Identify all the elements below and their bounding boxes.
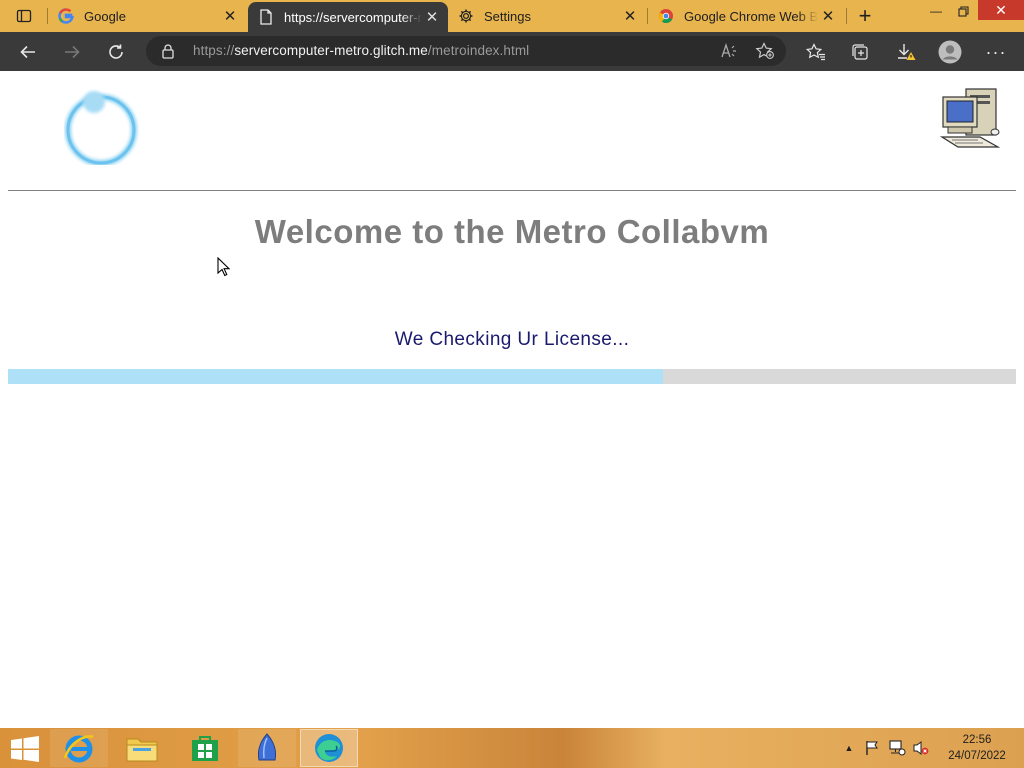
tab-label: https://servercomputer-metro.glitch.me/m… xyxy=(284,9,422,25)
flag-icon xyxy=(866,741,878,755)
minimize-icon: — xyxy=(930,4,942,18)
collections-icon xyxy=(852,44,868,60)
taskbar-file-explorer[interactable] xyxy=(113,729,171,767)
loading-ring-icon xyxy=(65,91,137,165)
taskbar-internet-explorer[interactable] xyxy=(50,729,108,767)
clock-date: 24/07/2022 xyxy=(948,750,1006,762)
google-icon xyxy=(58,8,74,24)
close-tab-icon[interactable]: ✕ xyxy=(422,7,442,27)
folder-icon xyxy=(126,738,158,762)
tab-label: Settings xyxy=(484,8,531,24)
read-aloud-button[interactable] xyxy=(718,41,740,61)
tab-google[interactable]: Google ✕ xyxy=(48,0,246,32)
refresh-icon xyxy=(109,44,123,59)
avatar-icon xyxy=(938,40,962,64)
close-tab-icon[interactable]: ✕ xyxy=(220,6,240,26)
action-center-button[interactable] xyxy=(862,738,882,758)
browser-title-bar: Google ✕ https://servercomputer-metro.gl… xyxy=(0,0,1024,32)
url-scheme: https:// xyxy=(193,43,235,58)
windows-taskbar: ▲ 22:56 24/07/2022 xyxy=(0,728,1024,768)
tab-metro-collabvm[interactable]: https://servercomputer-metro.glitch.me/m… xyxy=(248,2,448,32)
back-button[interactable] xyxy=(12,36,44,68)
computer-icon xyxy=(940,88,1001,148)
taskbar-blue-app[interactable] xyxy=(238,729,296,767)
chrome-icon xyxy=(658,8,674,24)
tab-label: Google xyxy=(84,8,126,24)
tab-chrome-web-browser[interactable]: Google Chrome Web Browser ✕ xyxy=(648,0,844,32)
progress-fill xyxy=(8,369,664,384)
taskbar-store[interactable] xyxy=(176,729,234,767)
address-bar[interactable]: https://servercomputer-metro.glitch.me/m… xyxy=(146,36,786,66)
settings-menu-button[interactable]: ··· xyxy=(980,36,1012,68)
network-icon xyxy=(889,740,906,756)
chevron-up-icon: ▲ xyxy=(844,743,854,753)
url-text[interactable]: https://servercomputer-metro.glitch.me/m… xyxy=(193,43,529,58)
close-tab-icon[interactable]: ✕ xyxy=(620,6,640,26)
restore-button[interactable] xyxy=(950,0,976,22)
taskbar-edge[interactable] xyxy=(300,729,358,767)
downloads-button[interactable] xyxy=(890,36,922,68)
download-icon xyxy=(898,44,916,60)
volume-button[interactable] xyxy=(910,738,932,758)
tab-separator xyxy=(846,8,847,24)
license-progress-bar xyxy=(8,369,1016,384)
clock-time: 22:56 xyxy=(962,734,992,746)
plus-icon: + xyxy=(858,3,872,28)
close-tab-icon[interactable]: ✕ xyxy=(818,6,838,26)
favorites-icon xyxy=(806,43,825,61)
arrow-left-icon xyxy=(20,45,35,59)
profile-button[interactable] xyxy=(934,36,966,68)
forward-button[interactable] xyxy=(56,36,88,68)
minimize-button[interactable]: — xyxy=(922,0,950,22)
page-icon xyxy=(258,9,274,25)
start-button[interactable] xyxy=(10,736,40,762)
add-favorite-button[interactable] xyxy=(754,41,776,61)
refresh-button[interactable] xyxy=(100,36,132,68)
system-clock[interactable]: 22:56 24/07/2022 xyxy=(938,732,1016,764)
network-button[interactable] xyxy=(886,738,908,758)
page-content: Welcome to the Metro Collabvm We Checkin… xyxy=(0,71,1024,728)
tab-actions-button[interactable] xyxy=(8,4,40,28)
mouse-cursor-icon xyxy=(217,257,231,277)
url-host: servercomputer-metro.glitch.me xyxy=(234,43,428,58)
lock-icon[interactable] xyxy=(160,43,176,59)
store-icon xyxy=(192,736,218,761)
license-status-text: We Checking Ur License... xyxy=(394,329,630,350)
show-hidden-icons-button[interactable]: ▲ xyxy=(842,738,856,758)
edge-icon xyxy=(315,734,343,762)
restore-icon xyxy=(957,5,969,17)
tab-actions-icon xyxy=(16,9,32,23)
url-path: /metroindex.html xyxy=(427,43,530,58)
favorites-button[interactable] xyxy=(800,36,832,68)
close-window-button[interactable]: ✕ xyxy=(978,0,1024,20)
internet-explorer-icon xyxy=(63,735,94,763)
header-divider xyxy=(8,190,1016,191)
close-icon: ✕ xyxy=(995,1,1007,18)
gear-icon xyxy=(458,8,474,24)
tab-label: Google Chrome Web Browser xyxy=(684,8,818,24)
new-tab-button[interactable]: + xyxy=(852,3,878,28)
volume-muted-icon xyxy=(913,741,929,755)
browser-toolbar: https://servercomputer-metro.glitch.me/m… xyxy=(0,32,1024,71)
arrow-right-icon xyxy=(65,45,80,59)
blue-app-icon xyxy=(257,733,277,761)
page-title: Welcome to the Metro Collabvm xyxy=(254,213,770,250)
more-dots-icon: ··· xyxy=(985,41,1007,62)
read-aloud-icon xyxy=(721,43,736,58)
star-add-icon xyxy=(755,42,774,59)
tab-settings[interactable]: Settings ✕ xyxy=(448,0,646,32)
collections-button[interactable] xyxy=(844,36,876,68)
